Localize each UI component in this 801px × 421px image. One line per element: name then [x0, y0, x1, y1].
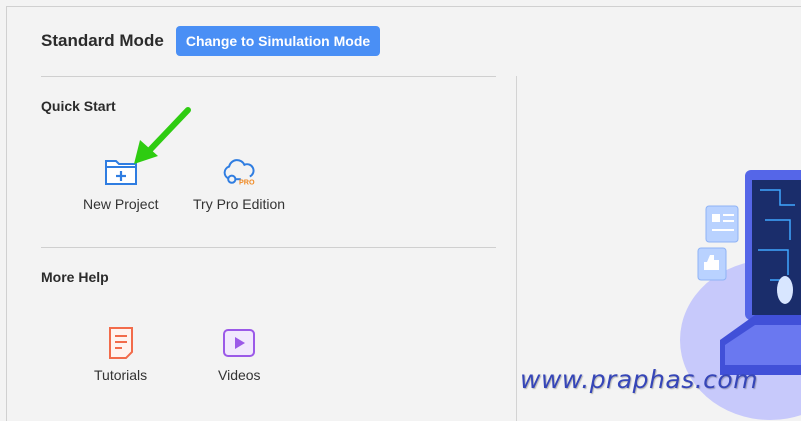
mode-title: Standard Mode: [41, 31, 164, 50]
new-project-label: New Project: [83, 196, 159, 212]
section-divider: [41, 247, 496, 248]
tutorials-label: Tutorials: [94, 367, 148, 383]
watermark-text: www.praphas.com: [520, 365, 759, 394]
play-icon: [221, 325, 257, 361]
panel-divider: [516, 76, 517, 421]
videos-tile[interactable]: Videos: [218, 325, 261, 383]
header-divider: [41, 76, 496, 77]
try-pro-edition-tile[interactable]: PRO Try Pro Edition: [193, 154, 285, 212]
cloud-pro-icon: PRO: [221, 154, 257, 190]
document-icon: [103, 325, 139, 361]
quick-start-title: Quick Start: [41, 98, 116, 114]
try-pro-edition-label: Try Pro Edition: [193, 196, 286, 212]
pro-badge: PRO: [239, 178, 255, 187]
tutorials-tile[interactable]: Tutorials: [94, 325, 147, 383]
change-to-simulation-mode-button[interactable]: Change to Simulation Mode: [176, 26, 380, 56]
pointer-arrow-icon: [134, 107, 191, 164]
videos-label: Videos: [218, 367, 261, 383]
more-help-title: More Help: [41, 269, 109, 285]
